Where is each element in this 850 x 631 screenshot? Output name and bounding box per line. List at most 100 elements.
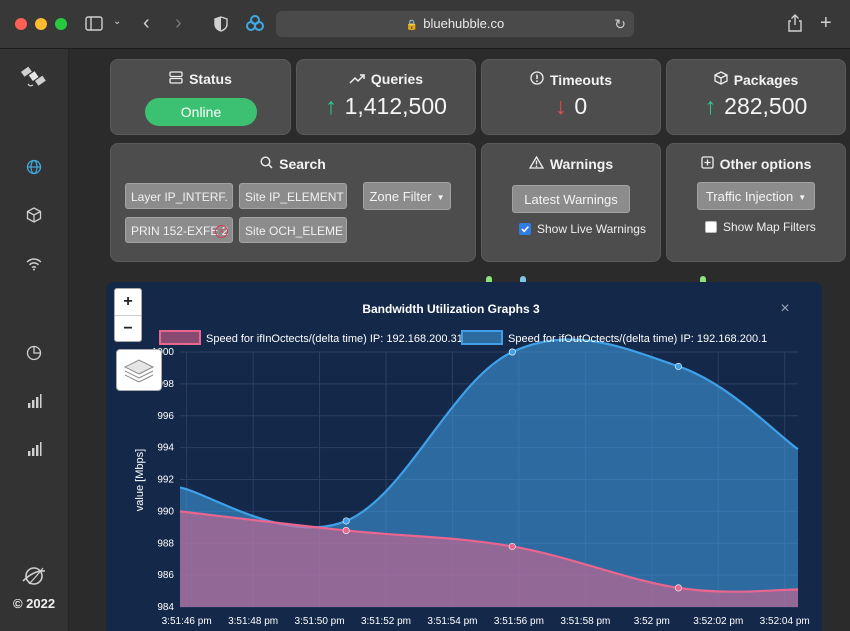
search-card-title: Search (111, 156, 475, 172)
queries-title-text: Queries (370, 71, 424, 87)
zone-filter-label: Zone Filter (369, 189, 432, 204)
zoom-control: + − (114, 288, 142, 342)
timeouts-card-title: Timeouts (482, 71, 660, 88)
x-tick-label: 3:52:02 pm (693, 616, 743, 627)
legend-label[interactable]: Speed for ifOutOctects/(delta time) IP: … (508, 333, 767, 345)
shield-icon[interactable] (214, 16, 228, 35)
status-online-badge[interactable]: Online (145, 98, 257, 126)
maximize-window-button[interactable] (55, 18, 67, 30)
x-tick-label: 3:51:54 pm (427, 616, 477, 627)
browser-toolbar: ⌄ ‹ › 🔒 bluehubble.co ↻ + (0, 0, 850, 49)
alert-circle-icon (530, 71, 544, 88)
layers-button[interactable] (116, 349, 162, 391)
bar-chart-icon[interactable] (0, 441, 68, 460)
packages-value-text: 282,500 (724, 93, 808, 119)
y-tick-label: 990 (157, 506, 174, 517)
arrow-up-icon: ↑ (704, 93, 717, 119)
bar-chart-icon[interactable] (0, 393, 68, 412)
x-tick-label: 3:51:50 pm (295, 616, 345, 627)
other-options-card: Other options Traffic Injection ▼ Show Ma… (666, 143, 846, 262)
new-tab-icon[interactable]: + (820, 13, 832, 33)
caret-down-icon: ▼ (798, 193, 807, 203)
sidebar-toggle-icon[interactable] (85, 16, 103, 34)
packages-card: Packages ↑ 282,500 (666, 59, 846, 135)
caret-down-icon: ▼ (436, 193, 445, 203)
data-point[interactable] (508, 348, 516, 356)
timeouts-value-text: 0 (574, 93, 588, 119)
chevron-down-icon[interactable]: ⌄ (113, 17, 121, 27)
timeouts-value: ↓ 0 (482, 93, 660, 120)
x-tick-label: 3:51:52 pm (361, 616, 411, 627)
globe-icon[interactable] (0, 159, 68, 178)
legend-swatch[interactable] (159, 330, 201, 345)
chart-close-button[interactable]: × (780, 300, 789, 317)
queries-value: ↑ 1,412,500 (297, 93, 475, 120)
copyright-text: © 2022 (12, 596, 56, 611)
y-tick-label: 988 (157, 538, 174, 549)
bandwidth-chart: 9849869889909929949969981000 3:51:46 pm 3… (134, 300, 810, 627)
trending-up-icon (349, 71, 365, 87)
address-bar[interactable]: 🔒 bluehubble.co ↻ (276, 11, 634, 37)
warnings-title-text: Warnings (549, 156, 614, 172)
share-icon[interactable] (787, 14, 803, 35)
x-tick-label: 3:51:56 pm (494, 616, 544, 627)
show-map-filters-label[interactable]: Show Map Filters (723, 220, 816, 234)
search-chip[interactable]: Site IP_ELEMENT (239, 183, 347, 209)
wifi-icon[interactable] (0, 257, 68, 274)
y-tick-label: 986 (157, 570, 174, 581)
y-axis-label: value [Mbps] (134, 449, 146, 511)
close-window-button[interactable] (15, 18, 27, 30)
search-chip[interactable]: PRIN 152-EXFE 2 × (125, 217, 233, 243)
show-live-warnings-checkbox[interactable] (519, 223, 531, 235)
y-tick-label: 994 (157, 443, 174, 454)
search-title-text: Search (279, 156, 326, 172)
cube-icon[interactable] (0, 207, 68, 226)
zoom-in-button[interactable]: + (115, 289, 141, 315)
queries-card: Queries ↑ 1,412,500 (296, 59, 476, 135)
warnings-card-title: Warnings (482, 155, 660, 172)
x-tick-label: 3:52 pm (634, 616, 670, 627)
arrow-down-icon: ↓ (554, 93, 567, 119)
layers-icon (123, 359, 155, 383)
queries-value-text: 1,412,500 (344, 93, 447, 119)
minimize-window-button[interactable] (35, 18, 47, 30)
legend-label[interactable]: Speed for ifInOctects/(delta time) IP: 1… (206, 333, 463, 345)
other-options-title-text: Other options (719, 156, 812, 172)
forward-arrow-icon[interactable]: › (175, 13, 182, 33)
legend-swatch[interactable] (461, 330, 503, 345)
data-point[interactable] (674, 584, 682, 592)
data-point[interactable] (508, 542, 516, 550)
data-point[interactable] (342, 527, 350, 535)
x-tick-label: 3:51:46 pm (162, 616, 212, 627)
x-tick-label: 3:51:58 pm (560, 616, 610, 627)
zoom-out-button[interactable]: − (115, 315, 141, 342)
y-tick-label: 984 (157, 602, 174, 613)
search-chip[interactable]: Layer IP_INTERF. (125, 183, 233, 209)
search-card: Search Layer IP_INTERF. Site IP_ELEMENT … (110, 143, 476, 262)
box-icon (714, 71, 728, 88)
data-point[interactable] (674, 362, 682, 370)
packages-value: ↑ 282,500 (667, 93, 845, 120)
status-card-title: Status (111, 71, 290, 87)
bandwidth-chart-panel: 984 986 988 990 992 994 996 998 1000 3:51:46 pm 3… (106, 282, 822, 631)
search-chip[interactable]: Site OCH_ELEME (239, 217, 347, 243)
status-title-text: Status (189, 71, 232, 87)
traffic-injection-dropdown[interactable]: Traffic Injection ▼ (697, 182, 815, 210)
data-point[interactable] (342, 517, 350, 525)
search-chip-label: PRIN 152-EXFE 2 (131, 224, 229, 238)
plus-square-icon (700, 156, 714, 172)
satellite-icon[interactable] (0, 65, 68, 92)
back-arrow-icon[interactable]: ‹ (143, 13, 150, 33)
reload-icon[interactable]: ↻ (614, 11, 626, 37)
y-tick-label: 992 (157, 475, 174, 486)
show-map-filters-checkbox[interactable] (705, 221, 717, 233)
remove-chip-icon[interactable]: × (215, 225, 228, 238)
zone-filter-dropdown[interactable]: Zone Filter ▼ (363, 182, 451, 210)
url-text: bluehubble.co (423, 16, 505, 31)
show-live-warnings-label[interactable]: Show Live Warnings (537, 222, 646, 236)
server-icon (169, 71, 183, 87)
warnings-card: Warnings Latest Warnings Show Live Warni… (481, 143, 661, 262)
pie-chart-icon[interactable] (0, 345, 68, 364)
timeouts-title-text: Timeouts (550, 72, 612, 88)
latest-warnings-button[interactable]: Latest Warnings (512, 185, 630, 213)
